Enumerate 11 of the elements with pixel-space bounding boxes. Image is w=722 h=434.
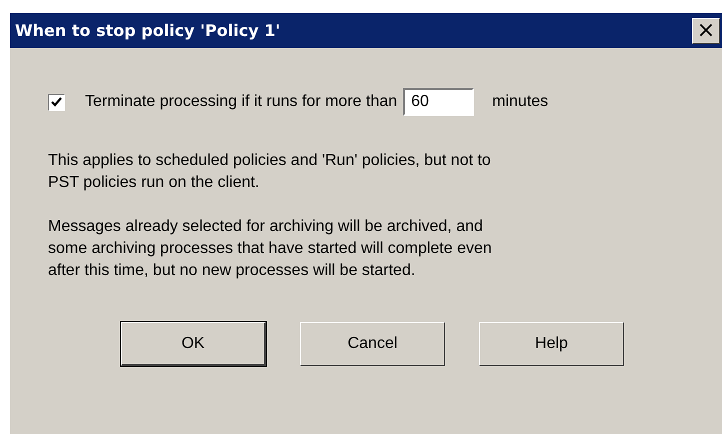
dialog-button[interactable]: Help: [479, 322, 624, 366]
checkbox-label: Terminate processing if it runs for more than: [85, 93, 398, 111]
checkbox[interactable]: [48, 94, 65, 110]
close-button[interactable]: ×: [692, 18, 720, 44]
dialog-button[interactable]: Cancel: [300, 322, 445, 366]
info-text: Messages already selected for archiving will be archived, and some archiving processes that have started will complete even after this time, but no new processes will be started.: [48, 217, 493, 281]
info-text: This applies to scheduled policies and 'Run' policies, but not to PST policies run on the client.: [48, 151, 492, 193]
window-title: When to stop policy 'Policy 1': [15, 21, 280, 40]
minutes-field[interactable]: 60: [403, 88, 474, 116]
dialog-button[interactable]: OK: [121, 322, 266, 366]
unit-label: minutes: [492, 93, 548, 111]
